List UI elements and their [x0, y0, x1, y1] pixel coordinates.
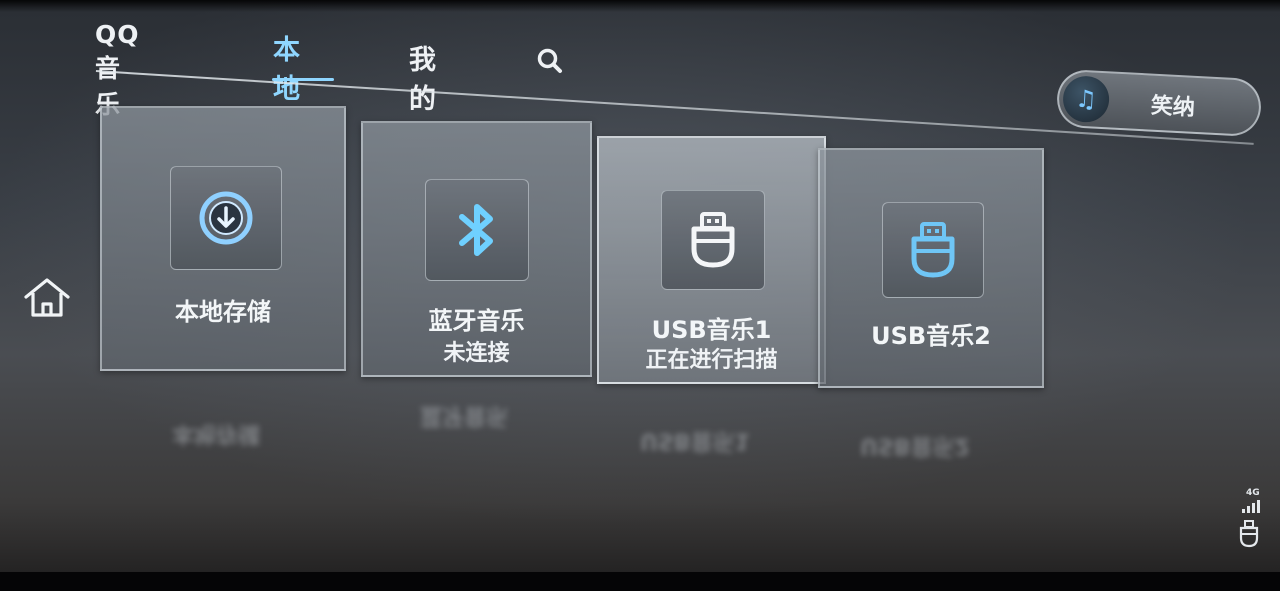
bluetooth-icon — [425, 179, 529, 281]
download-circle-icon — [170, 166, 282, 270]
usb-icon — [1239, 520, 1259, 548]
tile-title: 本地存储 — [175, 298, 271, 326]
source-tile-usb-1[interactable]: USB音乐1 正在进行扫描 — [597, 136, 826, 384]
tile-reflection: USB音乐2 — [860, 433, 970, 458]
network-type-label: 4G — [1246, 488, 1260, 498]
signal-icon — [1242, 500, 1260, 513]
tile-title: USB音乐2 — [871, 322, 991, 350]
tile-reflection: USB音乐1 — [640, 428, 750, 453]
tab-mine[interactable]: 我的 — [409, 38, 437, 116]
source-tile-local-storage[interactable]: 本地存储 — [100, 106, 346, 371]
tile-title: 蓝牙音乐 — [428, 307, 525, 335]
music-note-icon: ♫ — [1061, 75, 1111, 124]
source-tile-bluetooth[interactable]: 蓝牙音乐 未连接 — [361, 121, 592, 377]
tile-title: USB音乐1 — [651, 316, 772, 344]
home-icon[interactable] — [22, 277, 72, 319]
tile-reflection: 本地存储 — [172, 421, 261, 446]
bezel-bottom — [0, 572, 1280, 591]
tile-status: 未连接 — [443, 341, 510, 366]
status-area: 4G — [1238, 488, 1264, 550]
usb-drive-icon — [661, 190, 765, 290]
tab-local[interactable]: 本地 — [273, 28, 301, 106]
now-playing-label: 笑纳 — [1150, 93, 1196, 121]
active-tab-indicator — [272, 78, 334, 81]
tile-reflection: 蓝牙音乐 — [420, 403, 509, 428]
source-tile-usb-2[interactable]: USB音乐2 — [818, 148, 1044, 388]
now-playing-pill[interactable]: ♫ 笑纳 — [1055, 68, 1263, 138]
usb-drive-icon — [882, 202, 984, 298]
tile-status: 正在进行扫描 — [645, 348, 778, 373]
bezel-top — [0, 0, 1280, 12]
search-icon[interactable] — [535, 46, 565, 76]
